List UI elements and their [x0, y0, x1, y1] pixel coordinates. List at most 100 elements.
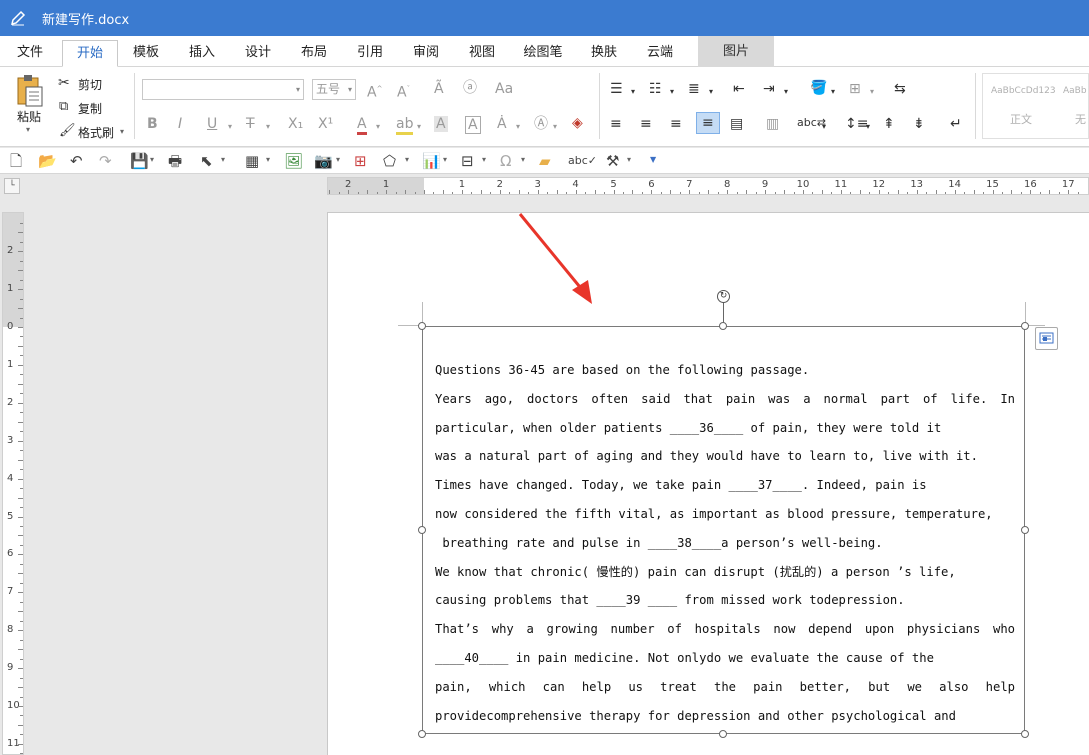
horizontal-ruler[interactable]: 2 1 1 2 3 4 5 6 7 8 9 10 11 12 13 14 15 16 17 [327, 177, 1089, 195]
font-color-dropdown-icon[interactable]: ▾ [376, 119, 380, 135]
paste-label[interactable]: 粘贴 [17, 108, 41, 125]
smartart-icon[interactable]: ⊞ [354, 152, 367, 170]
resize-handle-left[interactable] [418, 526, 426, 534]
shapes-dropdown-icon[interactable]: ▾ [405, 155, 409, 164]
borders-dropdown-icon[interactable]: ▾ [870, 84, 874, 100]
table-icon[interactable]: ▦ [245, 152, 259, 170]
style-name-normal[interactable]: 正文 [1010, 111, 1032, 127]
tab-design[interactable]: 设计 [236, 40, 280, 67]
picture-icon[interactable]: 🖼 [284, 152, 303, 170]
tab-home[interactable]: 开始 [62, 40, 118, 67]
customize-toolbar-icon[interactable]: ▼ [650, 155, 656, 164]
column-layout-icon[interactable]: ▥ [766, 116, 779, 132]
symbol-icon[interactable]: Ω [500, 152, 511, 170]
text-direction-icon[interactable]: ⇆ [894, 81, 906, 97]
underline-icon[interactable]: U [207, 116, 217, 132]
copy-button[interactable]: 复制 [78, 100, 102, 117]
format-painter-dropdown-icon[interactable]: ▾ [120, 127, 124, 136]
open-folder-icon[interactable]: 📂 [38, 152, 57, 170]
spell-check-icon[interactable]: abc✓ [568, 152, 597, 170]
chinese-layout-dropdown-icon[interactable]: ▾ [822, 119, 826, 135]
resize-handle-bottom-right[interactable] [1021, 730, 1029, 738]
new-document-icon[interactable]: 🗋 [10, 152, 22, 170]
character-shading-icon[interactable]: A [434, 116, 448, 132]
tab-insert[interactable]: 插入 [180, 40, 224, 67]
chart-dropdown-icon[interactable]: ▾ [443, 155, 447, 164]
cut-button[interactable]: 剪切 [78, 76, 102, 93]
decrease-indent-icon[interactable]: ⇤ [733, 81, 745, 97]
strikethrough-dropdown-icon[interactable]: ▾ [266, 119, 270, 135]
numbered-list-icon[interactable]: ☷ [649, 81, 662, 97]
text-outline-icon[interactable]: Ⓐ [534, 116, 548, 132]
font-size-select[interactable]: 五号 ▾ [312, 79, 356, 100]
strikethrough-icon[interactable]: T [246, 116, 255, 132]
numbered-list-dropdown-icon[interactable]: ▾ [670, 84, 674, 100]
style-gallery[interactable]: AaBbCcDd123 AaBb 正文 无 [982, 73, 1089, 139]
tab-cloud[interactable]: 云端 [638, 40, 682, 67]
resize-handle-top[interactable] [719, 322, 727, 330]
save-dropdown-icon[interactable]: ▾ [150, 155, 154, 164]
style-name-no-spacing[interactable]: 无 [1075, 111, 1086, 127]
align-left-icon[interactable]: ≡ [610, 116, 622, 132]
shapes-icon[interactable]: ⬠ [383, 152, 396, 170]
tab-review[interactable]: 审阅 [404, 40, 448, 67]
paste-icon[interactable] [14, 73, 46, 109]
tab-skin[interactable]: 换肤 [582, 40, 626, 67]
resize-handle-top-left[interactable] [418, 322, 426, 330]
align-right-icon[interactable]: ≡ [670, 116, 682, 132]
clear-format-icon[interactable]: ◈ [572, 115, 583, 131]
tab-layout[interactable]: 布局 [292, 40, 336, 67]
multilevel-list-icon[interactable]: ≣ [688, 81, 700, 97]
vertical-ruler[interactable]: 2 1 0 1 2 3 4 5 6 7 8 9 10 11 [2, 212, 24, 755]
paragraph-spacing-after-icon[interactable]: ⇟ [913, 116, 925, 132]
line-spacing-icon[interactable]: ↕≡ [845, 116, 868, 132]
bullet-list-icon[interactable]: ☰ [610, 81, 623, 97]
tab-template[interactable]: 模板 [124, 40, 168, 67]
shrink-font-icon[interactable]: Aˇ [397, 81, 410, 101]
redo-icon[interactable]: ↷ [99, 152, 112, 170]
chart-icon[interactable]: 📊 [422, 152, 441, 170]
multilevel-list-dropdown-icon[interactable]: ▾ [709, 84, 713, 100]
screenshot-dropdown-icon[interactable]: ▾ [336, 155, 340, 164]
table-dropdown-icon[interactable]: ▾ [266, 155, 270, 164]
tab-view[interactable]: 视图 [460, 40, 504, 67]
layout-options-button[interactable] [1035, 327, 1058, 350]
highlight-dropdown-icon[interactable]: ▾ [417, 119, 421, 135]
paragraph-spacing-before-icon[interactable]: ⇞ [883, 116, 895, 132]
text-box[interactable]: Questions 36-45 are based on the followi… [422, 326, 1025, 734]
tab-drawing-pen[interactable]: 绘图笔 [514, 40, 572, 67]
resize-handle-top-right[interactable] [1021, 322, 1029, 330]
line-spacing-dropdown-icon[interactable]: ▾ [866, 119, 870, 135]
tab-picture[interactable]: 图片 [698, 36, 774, 67]
paragraph-mark-icon[interactable]: ↵ [950, 116, 962, 132]
justify-button[interactable]: ≡ [696, 112, 720, 134]
comment-icon[interactable]: ▰ [539, 152, 551, 170]
text-effect-icon[interactable]: Ȧ [497, 116, 507, 132]
resize-handle-right[interactable] [1021, 526, 1029, 534]
align-center-icon[interactable]: ≡ [640, 116, 652, 132]
tab-stop-selector-icon[interactable]: └ [4, 178, 20, 194]
textbox-dropdown-icon[interactable]: ▾ [482, 155, 486, 164]
character-border-icon[interactable]: A [465, 116, 481, 134]
italic-icon[interactable]: I [178, 116, 182, 132]
select-pointer-icon[interactable]: ⬉ [200, 152, 213, 170]
paste-dropdown-icon[interactable]: ▾ [26, 125, 30, 134]
phonetic-guide-icon[interactable]: A͂ [434, 81, 444, 97]
text-outline-dropdown-icon[interactable]: ▾ [553, 119, 557, 135]
text-effect-dropdown-icon[interactable]: ▾ [516, 119, 520, 135]
rotate-handle-icon[interactable]: ↻ [717, 290, 730, 303]
bullet-list-dropdown-icon[interactable]: ▾ [631, 84, 635, 100]
shading-dropdown-icon[interactable]: ▾ [831, 84, 835, 100]
underline-dropdown-icon[interactable]: ▾ [228, 119, 232, 135]
passage-text[interactable]: Questions 36-45 are based on the followi… [435, 361, 1015, 733]
superscript-icon[interactable]: X¹ [318, 116, 333, 132]
font-color-icon[interactable]: A [357, 116, 367, 135]
select-dropdown-icon[interactable]: ▾ [221, 155, 225, 164]
tools-dropdown-icon[interactable]: ▾ [627, 155, 631, 164]
distributed-icon[interactable]: ▤ [730, 116, 743, 132]
character-case-icon[interactable]: Aa [495, 81, 513, 97]
tools-icon[interactable]: ⚒ [606, 152, 619, 170]
screenshot-icon[interactable]: 📷 [314, 152, 333, 170]
undo-icon[interactable]: ↶ [70, 152, 83, 170]
enclose-character-icon[interactable]: ⓐ [463, 80, 477, 96]
